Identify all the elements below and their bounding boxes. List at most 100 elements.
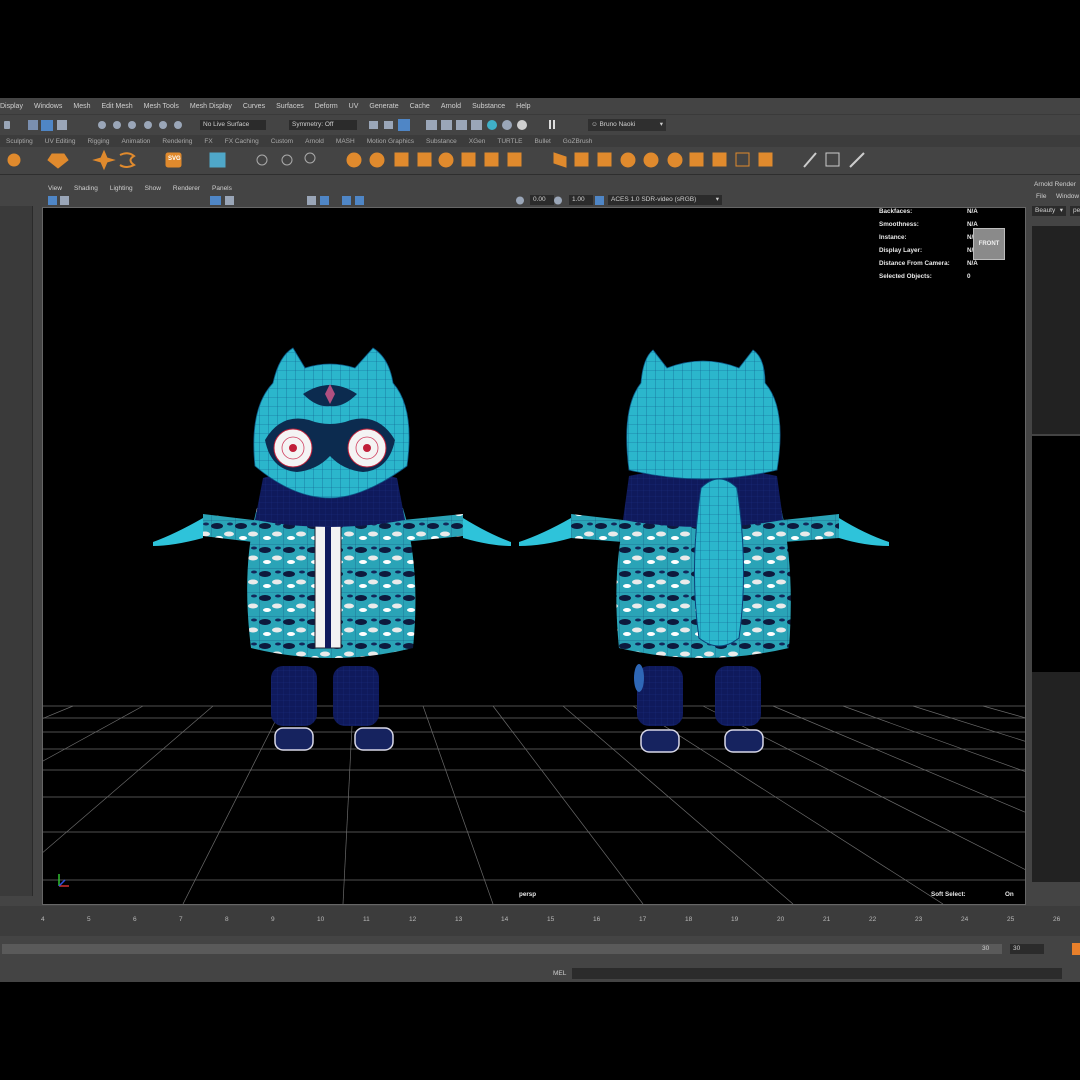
menu-view[interactable]: View bbox=[48, 185, 62, 192]
shelf-tab[interactable]: Rendering bbox=[156, 138, 198, 145]
mash-icon[interactable] bbox=[667, 152, 683, 168]
render-view-icon[interactable] bbox=[369, 121, 378, 129]
user-account-dropdown[interactable]: ☺ Bruno Naoki ▾ bbox=[588, 119, 666, 131]
menu-window[interactable]: Window bbox=[1056, 193, 1079, 200]
brush-icon[interactable] bbox=[803, 152, 817, 168]
mash-icon[interactable] bbox=[735, 152, 750, 167]
menu-file[interactable]: File bbox=[1036, 193, 1046, 200]
camera-select-icon[interactable] bbox=[48, 196, 57, 205]
deformer-icon[interactable] bbox=[346, 152, 362, 168]
menu-cache[interactable]: Cache bbox=[410, 103, 430, 110]
camera-icon[interactable] bbox=[60, 196, 69, 205]
shelf-tab[interactable]: Substance bbox=[420, 138, 463, 145]
lights-icon[interactable] bbox=[355, 196, 364, 205]
grid-toggle-icon[interactable] bbox=[210, 196, 221, 205]
menu-shading[interactable]: Shading bbox=[74, 185, 98, 192]
select-object-icon[interactable] bbox=[41, 120, 53, 131]
exposure-icon[interactable] bbox=[516, 196, 524, 205]
grid-tool-icon[interactable] bbox=[209, 152, 226, 168]
anim-end-field[interactable]: 30 bbox=[1010, 944, 1044, 954]
shelf-tab[interactable]: Arnold bbox=[299, 138, 330, 145]
color-space-dropdown[interactable]: ACES 1.0 SDR-video (sRGB) ▾ bbox=[608, 195, 722, 205]
brush-icon[interactable] bbox=[849, 152, 865, 168]
render-sphere-icon[interactable] bbox=[487, 120, 497, 130]
viewport-persp[interactable]: Backfaces: N/A Smoothness: N/A Instance:… bbox=[42, 207, 1026, 905]
character-front[interactable] bbox=[153, 347, 511, 751]
camera-icon[interactable] bbox=[304, 152, 316, 164]
snap-curve-icon[interactable] bbox=[113, 121, 121, 129]
locator-icon[interactable] bbox=[256, 154, 268, 166]
textured-icon[interactable] bbox=[342, 196, 351, 205]
menu-help[interactable]: Help bbox=[516, 103, 530, 110]
cube-icon[interactable] bbox=[394, 152, 409, 167]
clapper-icon[interactable] bbox=[426, 120, 437, 130]
menu-renderer[interactable]: Renderer bbox=[173, 185, 200, 192]
menu-surfaces[interactable]: Surfaces bbox=[276, 103, 304, 110]
mash-icon[interactable] bbox=[712, 152, 727, 167]
deformer-icon[interactable] bbox=[369, 152, 385, 168]
shelf-tab[interactable]: TURTLE bbox=[491, 138, 528, 145]
light-icon[interactable] bbox=[281, 154, 293, 166]
pe-field[interactable]: pe bbox=[1070, 206, 1080, 216]
mash-icon[interactable] bbox=[758, 152, 773, 167]
snap-view-icon[interactable] bbox=[144, 121, 152, 129]
snap-point-icon[interactable] bbox=[128, 121, 136, 129]
gamma-field[interactable]: 1.00 bbox=[569, 195, 593, 205]
color-management-icon[interactable] bbox=[595, 196, 604, 205]
cube-icon[interactable] bbox=[417, 152, 432, 167]
cube-icon[interactable] bbox=[461, 152, 476, 167]
shelf-tab[interactable]: MASH bbox=[330, 138, 361, 145]
shelf-tab[interactable]: Animation bbox=[116, 138, 157, 145]
mash-icon[interactable] bbox=[643, 152, 659, 168]
sphere-icon[interactable] bbox=[438, 152, 454, 168]
auto-key-icon[interactable] bbox=[1072, 943, 1080, 955]
star-tool-icon[interactable] bbox=[92, 149, 116, 171]
shaded-icon[interactable] bbox=[307, 196, 316, 205]
menu-mesh-tools[interactable]: Mesh Tools bbox=[144, 103, 179, 110]
snap-surface-icon[interactable] bbox=[159, 121, 167, 129]
menu-uv[interactable]: UV bbox=[349, 103, 359, 110]
pause-icon[interactable] bbox=[549, 120, 551, 129]
sculpt-icon[interactable] bbox=[7, 153, 21, 167]
menu-curves[interactable]: Curves bbox=[243, 103, 265, 110]
snap-grid-icon[interactable] bbox=[98, 121, 106, 129]
mash-icon[interactable] bbox=[574, 152, 589, 167]
wireframe-icon[interactable] bbox=[225, 196, 234, 205]
character-back[interactable] bbox=[519, 349, 889, 753]
wireframe-on-shaded-icon[interactable] bbox=[320, 196, 329, 205]
mash-icon[interactable] bbox=[620, 152, 636, 168]
aov-dropdown[interactable]: Beauty ▾ bbox=[1032, 206, 1066, 216]
cmdline-language-label[interactable]: MEL bbox=[553, 970, 566, 977]
select-tool-icon[interactable] bbox=[4, 121, 10, 129]
shelf-tab[interactable]: FX Caching bbox=[219, 138, 265, 145]
shelf-tab[interactable]: XGen bbox=[463, 138, 492, 145]
menu-substance[interactable]: Substance bbox=[472, 103, 505, 110]
mash-icon[interactable] bbox=[553, 152, 567, 168]
shelf-tab[interactable]: Sculpting bbox=[0, 138, 39, 145]
history-icon[interactable] bbox=[174, 121, 182, 129]
menu-mesh-display[interactable]: Mesh Display bbox=[190, 103, 232, 110]
menu-panels[interactable]: Panels bbox=[212, 185, 232, 192]
clapper-icon[interactable] bbox=[471, 120, 482, 130]
clapper-icon[interactable] bbox=[441, 120, 452, 130]
menu-show[interactable]: Show bbox=[145, 185, 161, 192]
cube-icon[interactable] bbox=[484, 152, 499, 167]
ipr-render-icon[interactable] bbox=[398, 119, 410, 131]
symmetry-dropdown[interactable]: Symmetry: Off bbox=[289, 120, 357, 130]
gamma-icon[interactable] bbox=[554, 196, 562, 205]
exposure-field[interactable]: 0.00 bbox=[530, 195, 554, 205]
shelf-tab[interactable]: Motion Graphics bbox=[361, 138, 420, 145]
menu-lighting[interactable]: Lighting bbox=[110, 185, 133, 192]
curve-tool-icon[interactable] bbox=[119, 152, 136, 168]
menu-mesh[interactable]: Mesh bbox=[73, 103, 90, 110]
mash-icon[interactable] bbox=[689, 152, 704, 167]
clapper-icon[interactable] bbox=[456, 120, 467, 130]
render-frame-icon[interactable] bbox=[384, 121, 393, 129]
shelf-tab[interactable]: UV Editing bbox=[39, 138, 82, 145]
live-surface-field[interactable]: No Live Surface bbox=[200, 120, 266, 130]
select-hierarchy-icon[interactable] bbox=[28, 120, 38, 130]
range-slider[interactable] bbox=[2, 944, 1002, 954]
select-component-icon[interactable] bbox=[57, 120, 67, 130]
shelf-tab[interactable]: GoZBrush bbox=[557, 138, 599, 145]
cmdline-input[interactable] bbox=[572, 968, 1062, 979]
